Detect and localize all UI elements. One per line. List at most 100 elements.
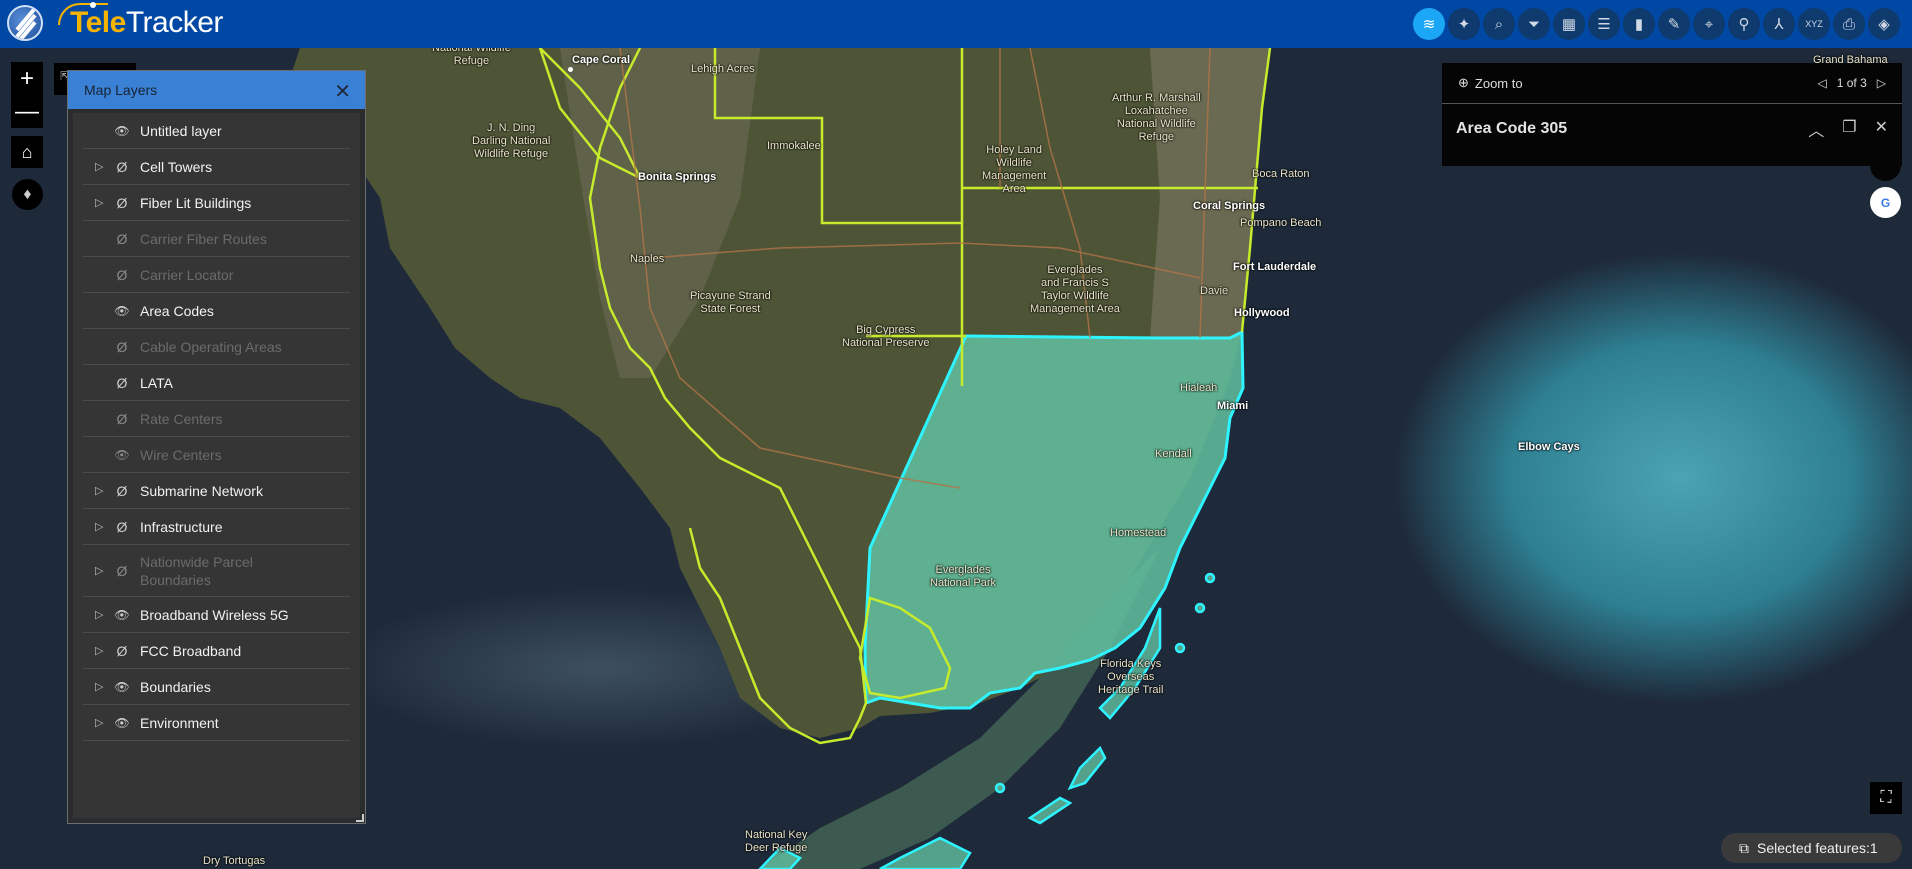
- expand-caret-icon[interactable]: ▷: [95, 680, 109, 693]
- expand-caret-icon[interactable]: ▷: [95, 564, 109, 577]
- layer-item[interactable]: ▷ 👁 Boundaries: [83, 669, 350, 705]
- layers-panel-title: Map Layers: [84, 82, 158, 98]
- layer-item[interactable]: ▷ØCarrier Locator: [83, 257, 350, 293]
- selected-features-button[interactable]: ⧉ Selected features:1: [1721, 833, 1902, 863]
- layer-item[interactable]: ▷👁Untitled layer: [83, 113, 350, 149]
- layer-item[interactable]: ▷ 👁 Environment: [83, 705, 350, 741]
- visibility-off-icon[interactable]: Ø: [111, 519, 133, 535]
- visibility-off-icon[interactable]: Ø: [111, 563, 133, 579]
- toolbar-location-pin-button[interactable]: ⌖: [1693, 8, 1725, 40]
- map-label-immokalee: Immokalee: [767, 140, 821, 152]
- toolbar-directions-button[interactable]: ◈: [1868, 8, 1900, 40]
- app-logo-icon: [7, 5, 43, 41]
- visibility-on-icon[interactable]: 👁: [111, 448, 133, 462]
- collapse-icon[interactable]: ︿: [1808, 117, 1824, 141]
- visibility-off-icon[interactable]: Ø: [111, 231, 133, 247]
- layer-label: LATA: [140, 374, 173, 391]
- zoom-to-button[interactable]: ⊕ Zoom to: [1458, 75, 1523, 91]
- layer-item[interactable]: ▷👁Area Codes: [83, 293, 350, 329]
- visibility-off-icon[interactable]: Ø: [111, 643, 133, 659]
- visibility-on-icon[interactable]: 👁: [111, 124, 133, 138]
- location-pin-icon: ⌖: [1704, 15, 1714, 33]
- previous-feature-icon[interactable]: ◁: [1818, 76, 1827, 90]
- map-label-everglades-np: Everglades National Park: [930, 564, 997, 589]
- next-feature-icon[interactable]: ▷: [1877, 76, 1886, 90]
- dock-icon[interactable]: ❐: [1842, 117, 1856, 141]
- expand-caret-icon[interactable]: ▷: [95, 716, 109, 729]
- toolbar-coordinates-axes-button[interactable]: ⅄: [1763, 8, 1795, 40]
- layer-item[interactable]: ▷ Ø Cell Towers: [83, 149, 350, 185]
- layer-item[interactable]: ▷ Ø FCC Broadband: [83, 633, 350, 669]
- visibility-on-icon[interactable]: 👁: [111, 304, 133, 318]
- toolbar: ≋ ✦ ⌕ ⏷ ▦ ☰ ▮ ✎ ⌖ ⚲ ⅄ XYZ ⎙ ◈: [1413, 8, 1900, 40]
- layer-item[interactable]: ▷ 👁 Broadband Wireless 5G: [83, 597, 350, 633]
- xyz-conversion-icon: XYZ: [1805, 19, 1823, 29]
- toolbar-filter-button[interactable]: ⏷: [1518, 8, 1550, 40]
- layer-item[interactable]: ▷ØRate Centers: [83, 401, 350, 437]
- zoom-in-button[interactable]: +: [11, 62, 43, 95]
- expand-caret-icon[interactable]: ▷: [95, 196, 109, 209]
- toolbar-legend-list-button[interactable]: ☰: [1588, 8, 1620, 40]
- expand-caret-icon[interactable]: ▷: [95, 520, 109, 533]
- toolbar-bookmark-button[interactable]: ▮: [1623, 8, 1655, 40]
- expand-caret-icon[interactable]: ▷: [95, 484, 109, 497]
- expand-caret-icon[interactable]: ▷: [95, 644, 109, 657]
- toolbar-print-button[interactable]: ⎙: [1833, 8, 1865, 40]
- toolbar-search-query-button[interactable]: ⚲: [1728, 8, 1760, 40]
- toolbar-xyz-conversion-button[interactable]: XYZ: [1798, 8, 1830, 40]
- map-label-hialeah: Hialeah: [1180, 382, 1218, 394]
- visibility-off-icon[interactable]: Ø: [111, 159, 133, 175]
- layer-item[interactable]: ▷ØCarrier Fiber Routes: [83, 221, 350, 257]
- layer-label: Nationwide Parcel Boundaries: [140, 553, 253, 588]
- layer-item[interactable]: ▷ Ø Fiber Lit Buildings: [83, 185, 350, 221]
- visibility-off-icon[interactable]: Ø: [111, 339, 133, 355]
- pager-text: 1 of 3: [1836, 76, 1867, 90]
- filter-icon: ⏷: [1527, 15, 1540, 33]
- visibility-off-icon[interactable]: Ø: [111, 411, 133, 427]
- map-label-naples: Naples: [630, 253, 665, 265]
- visibility-off-icon[interactable]: Ø: [111, 483, 133, 499]
- layer-item[interactable]: ▷ Ø Nationwide Parcel Boundaries: [83, 545, 350, 597]
- map-label-lehigh-acres: Lehigh Acres: [691, 63, 755, 75]
- resize-handle[interactable]: [356, 814, 364, 822]
- toolbar-attribute-search-button[interactable]: ⌕: [1483, 8, 1515, 40]
- basemap-palette-icon: ✎: [1667, 16, 1681, 33]
- layer-item[interactable]: ▷ØCable Operating Areas: [83, 329, 350, 365]
- map-label-fort-lauderdale: Fort Lauderdale: [1233, 261, 1317, 273]
- toolbar-layers-button[interactable]: ≋: [1413, 8, 1445, 40]
- popup-close-icon[interactable]: ✕: [1875, 117, 1888, 141]
- visibility-on-icon[interactable]: 👁: [111, 608, 133, 622]
- toolbar-ai-assistant-button[interactable]: ✦: [1448, 8, 1480, 40]
- visibility-off-icon[interactable]: Ø: [111, 267, 133, 283]
- google-streetview-button[interactable]: G: [1870, 187, 1901, 218]
- attribute-search-icon: ⌕: [1494, 15, 1504, 33]
- toolbar-basemap-palette-button[interactable]: ✎: [1658, 8, 1690, 40]
- layer-item[interactable]: ▷ Ø Submarine Network: [83, 473, 350, 509]
- fullscreen-button[interactable]: ⛶: [1870, 782, 1902, 814]
- layer-label: Infrastructure: [140, 518, 223, 535]
- map-label-bonita-springs: Bonita Springs: [638, 171, 717, 183]
- visibility-off-icon[interactable]: Ø: [111, 375, 133, 391]
- feature-popup: ⊕ Zoom to ◁ 1 of 3 ▷ Area Code 305 ︿ ❐ ✕: [1442, 63, 1902, 166]
- toolbar-table-button[interactable]: ▦: [1553, 8, 1585, 40]
- visibility-on-icon[interactable]: 👁: [111, 680, 133, 694]
- compass-icon[interactable]: ♦: [12, 179, 43, 210]
- map-label-national-wildlife-refuge: National Wildlife Refuge: [432, 48, 511, 67]
- close-icon[interactable]: ✕: [334, 79, 351, 104]
- visibility-on-icon[interactable]: 👁: [111, 716, 133, 730]
- selected-features-label: Selected features:1: [1757, 840, 1878, 856]
- home-button[interactable]: ⌂: [11, 136, 43, 168]
- layer-item[interactable]: ▷ Ø Infrastructure: [83, 509, 350, 545]
- layer-item[interactable]: ▷👁Wire Centers: [83, 437, 350, 473]
- layer-item[interactable]: ▷ØLATA: [83, 365, 350, 401]
- map-label-pompano-beach: Pompano Beach: [1240, 217, 1322, 229]
- layer-label: Submarine Network: [140, 482, 263, 499]
- visibility-off-icon[interactable]: Ø: [111, 195, 133, 211]
- layer-label: Carrier Fiber Routes: [140, 230, 267, 247]
- expand-caret-icon[interactable]: ▷: [95, 608, 109, 621]
- zoom-out-button[interactable]: —: [11, 95, 43, 128]
- table-icon: ▦: [1561, 16, 1577, 33]
- popup-toolbar: ⊕ Zoom to ◁ 1 of 3 ▷: [1442, 63, 1902, 104]
- expand-caret-icon[interactable]: ▷: [95, 160, 109, 173]
- layer-label: Untitled layer: [140, 122, 222, 139]
